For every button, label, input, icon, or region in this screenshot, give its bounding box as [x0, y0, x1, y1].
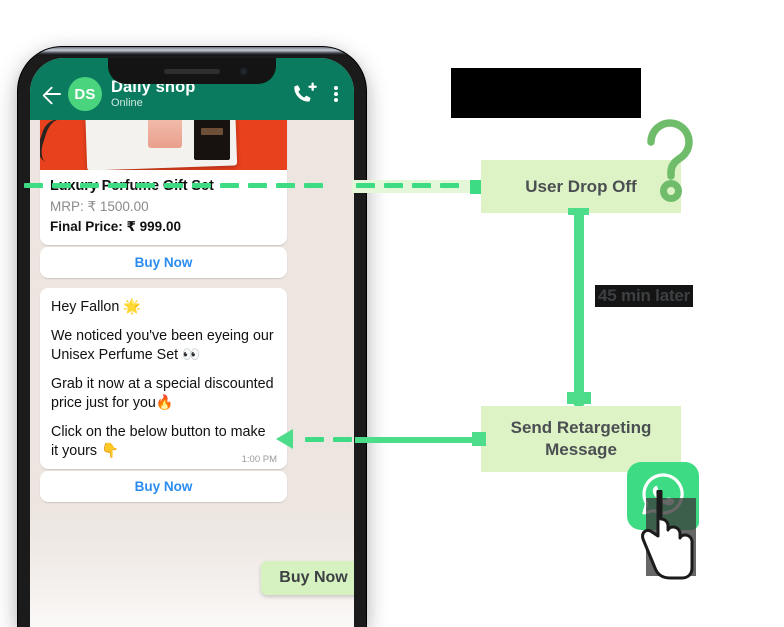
dash-segment: [108, 183, 127, 188]
phone-mockup: DS Daily shop Online Luxury Perfume Gift…: [18, 47, 366, 627]
dash-segment: [164, 183, 183, 188]
flow-node-label: Send Retargeting Message: [510, 418, 652, 459]
dash-segment: [276, 183, 295, 188]
dash-segment: [24, 183, 43, 188]
message-timestamp: 1:00 PM: [241, 454, 277, 465]
dash-segment: [304, 183, 323, 188]
dash-segment: [136, 183, 155, 188]
dash-segment: [440, 183, 459, 188]
dash-segment: [248, 183, 267, 188]
dash-segment: [52, 183, 71, 188]
highlighted-buy-now-button[interactable]: Buy Now: [261, 561, 354, 595]
dash-segment: [305, 437, 324, 442]
connector-horizontal-solid: [355, 437, 483, 443]
dash-segment: [333, 437, 352, 442]
buy-now-label: Buy Now: [134, 479, 193, 494]
message-buy-now-button[interactable]: Buy Now: [40, 471, 287, 502]
product-final-price: Final Price: ₹ 999.00: [50, 219, 181, 234]
highlighted-buy-now-label: Buy Now: [279, 569, 348, 586]
dash-segment: [192, 183, 211, 188]
product-mrp: MRP: ₹ 1500.00: [50, 199, 149, 214]
back-arrow-icon[interactable]: [40, 81, 66, 107]
redacted-block: [451, 68, 641, 118]
screenshot-canvas: DS Daily shop Online Luxury Perfume Gift…: [0, 0, 784, 627]
dash-segment: [384, 183, 403, 188]
buy-now-label: Buy Now: [134, 255, 193, 270]
hand-pointer-icon: [636, 490, 698, 582]
message-line-2: We noticed you've been eyeing our Unisex…: [51, 328, 274, 363]
dash-segment: [356, 183, 375, 188]
overflow-menu-icon[interactable]: [328, 81, 344, 107]
message-line-1: Hey Fallon 🌟: [51, 299, 142, 315]
dash-segment: [220, 183, 239, 188]
retargeting-message-bubble: Hey Fallon 🌟 We noticed you've been eyei…: [40, 288, 287, 469]
message-line-3: Grab it now at a special discounted pric…: [51, 376, 274, 411]
dash-segment: [412, 183, 431, 188]
phone-bezel-highlight: [18, 47, 366, 56]
connector-arrow-left: [276, 429, 293, 449]
product-image: [40, 120, 287, 170]
phone-screen: DS Daily shop Online Luxury Perfume Gift…: [30, 58, 354, 627]
product-buy-now-button[interactable]: Buy Now: [40, 247, 287, 278]
question-mark-icon: [637, 112, 703, 204]
call-add-icon[interactable]: [290, 81, 320, 107]
delay-label: 45 min later: [595, 285, 694, 307]
phone-notch: [108, 58, 276, 84]
avatar[interactable]: DS: [68, 77, 102, 111]
earpiece-speaker: [164, 69, 220, 74]
dash-segment: [80, 183, 99, 188]
front-camera: [239, 67, 248, 76]
chat-message-list: Luxury Perfume Gift Set MRP: ₹ 1500.00 F…: [30, 120, 354, 627]
connector-vertical: [574, 211, 584, 403]
flow-node-label: User Drop Off: [525, 176, 637, 196]
contact-status: Online: [111, 97, 143, 110]
